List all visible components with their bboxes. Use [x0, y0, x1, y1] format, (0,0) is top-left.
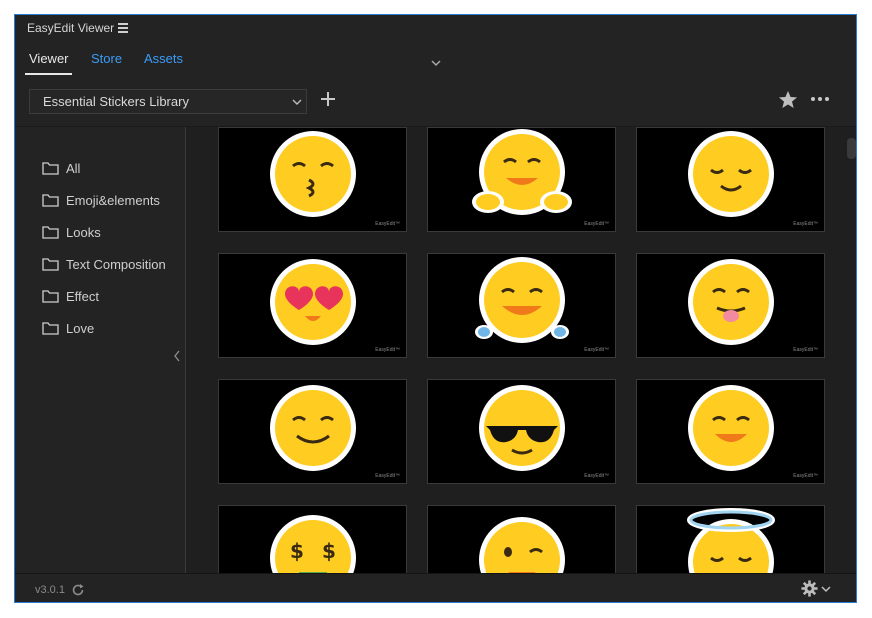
- folder-icon: [42, 258, 59, 271]
- chevron-down-icon: [292, 99, 302, 105]
- sidebar-item-looks[interactable]: Looks: [42, 222, 101, 242]
- library-select-value: Essential Stickers Library: [43, 94, 189, 109]
- sidebar-item-label: Looks: [66, 224, 101, 240]
- more-options-icon[interactable]: [810, 96, 830, 102]
- money-face-icon: $ $: [270, 515, 356, 573]
- sticker-thumbnail[interactable]: $ $ EasyEdit™: [218, 505, 407, 573]
- folder-icon: [42, 322, 59, 335]
- watermark: EasyEdit™: [793, 347, 818, 353]
- sticker-thumbnail[interactable]: EasyEdit™: [218, 379, 407, 484]
- sidebar-item-label: Text Composition: [66, 256, 166, 272]
- settings-gear-icon[interactable]: [801, 580, 818, 597]
- sticker-thumbnail[interactable]: EasyEdit™: [636, 253, 825, 358]
- smiling-face-icon: [270, 385, 356, 471]
- folder-icon: [42, 162, 59, 175]
- relieved-face-icon: [688, 131, 774, 217]
- folder-icon: [42, 194, 59, 207]
- sticker-thumbnail[interactable]: EasyEdit™: [636, 505, 825, 573]
- hamburger-menu-icon[interactable]: [118, 23, 128, 33]
- sticker-thumbnail[interactable]: EasyEdit™: [427, 127, 616, 232]
- watermark: EasyEdit™: [375, 221, 400, 227]
- sticker-grid: EasyEdit™ EasyEdit™ EasyEdit™ EasyEdit™ …: [186, 127, 856, 573]
- tab-store[interactable]: Store: [91, 51, 122, 66]
- heart-eyes-face-icon: [270, 259, 356, 345]
- category-sidebar: All Emoji&elements Looks Text Compositio…: [15, 127, 186, 573]
- sidebar-item-effect[interactable]: Effect: [42, 286, 99, 306]
- sidebar-item-label: Effect: [66, 288, 100, 304]
- svg-text:$: $: [290, 539, 304, 563]
- version-label: v3.0.1: [35, 584, 65, 596]
- sticker-thumbnail[interactable]: EasyEdit™: [218, 127, 407, 232]
- collapse-sidebar-icon[interactable]: [173, 350, 181, 362]
- sidebar-item-label: Emoji&elements: [66, 192, 160, 208]
- watermark: EasyEdit™: [793, 473, 818, 479]
- folder-icon: [42, 290, 59, 303]
- tears-of-joy-face-icon: [475, 257, 569, 343]
- folder-icon: [42, 226, 59, 239]
- sticker-thumbnail[interactable]: EasyEdit™: [636, 127, 825, 232]
- sidebar-item-love[interactable]: Love: [42, 318, 94, 338]
- library-select[interactable]: Essential Stickers Library: [29, 89, 307, 114]
- chevron-down-icon[interactable]: [821, 586, 831, 593]
- tongue-face-icon: [688, 259, 774, 345]
- chevron-down-icon[interactable]: [430, 58, 442, 68]
- svg-text:$: $: [322, 539, 336, 563]
- window-title: EasyEdit Viewer: [27, 21, 115, 35]
- sticker-thumbnail[interactable]: EasyEdit™: [636, 379, 825, 484]
- watermark: EasyEdit™: [584, 347, 609, 353]
- refresh-icon[interactable]: [71, 583, 85, 597]
- sidebar-item-all[interactable]: All: [42, 158, 80, 178]
- title-bar: EasyEdit Viewer: [15, 15, 856, 43]
- sticker-thumbnail[interactable]: EasyEdit™: [427, 379, 616, 484]
- grid-scrollbar[interactable]: [845, 136, 856, 576]
- watermark: EasyEdit™: [375, 347, 400, 353]
- status-bar: v3.0.1: [15, 573, 856, 602]
- add-library-button[interactable]: [320, 91, 336, 107]
- sticker-thumbnail[interactable]: EasyEdit™: [218, 253, 407, 358]
- favorite-star-icon[interactable]: [778, 90, 798, 110]
- watermark: EasyEdit™: [584, 221, 609, 227]
- watermark: EasyEdit™: [793, 221, 818, 227]
- watermark: EasyEdit™: [584, 473, 609, 479]
- tab-viewer[interactable]: Viewer: [29, 51, 69, 66]
- hugging-face-icon: [472, 129, 572, 215]
- app-window: EasyEdit Viewer Viewer Store Assets Esse…: [14, 14, 857, 603]
- halo-face-icon: [687, 508, 775, 573]
- sidebar-item-label: Love: [66, 320, 95, 336]
- tab-assets[interactable]: Assets: [144, 51, 183, 66]
- sunglasses-face-icon: [479, 385, 565, 471]
- sticker-thumbnail[interactable]: EasyEdit™: [427, 505, 616, 573]
- grinning-face-icon: [688, 385, 774, 471]
- watermark: EasyEdit™: [375, 473, 400, 479]
- kissing-face-icon: [270, 131, 356, 217]
- sidebar-item-text-composition[interactable]: Text Composition: [42, 254, 166, 274]
- sidebar-item-label: All: [66, 160, 81, 176]
- winking-face-icon: [479, 517, 565, 573]
- active-tab-indicator: [25, 73, 72, 75]
- sticker-thumbnail[interactable]: EasyEdit™: [427, 253, 616, 358]
- sidebar-item-emoji-elements[interactable]: Emoji&elements: [42, 190, 160, 210]
- scrollbar-thumb[interactable]: [847, 138, 856, 159]
- toolbar: Essential Stickers Library: [15, 85, 856, 123]
